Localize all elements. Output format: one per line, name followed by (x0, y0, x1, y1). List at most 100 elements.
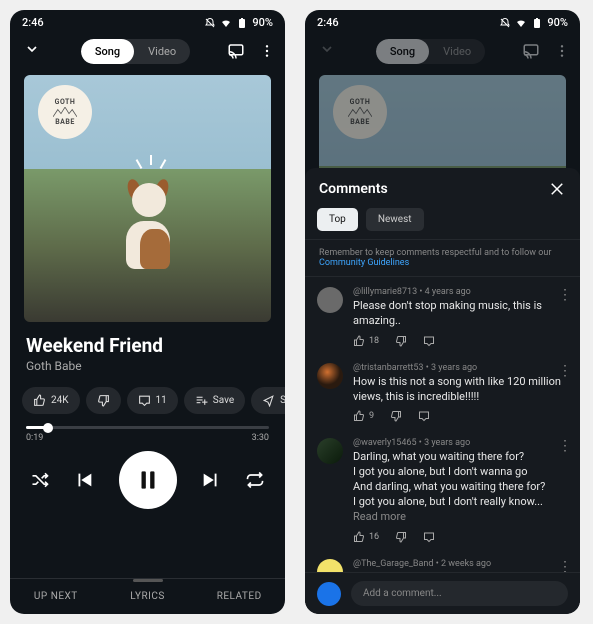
comment-body: You have no idea how this got me through… (353, 571, 568, 572)
close-icon[interactable] (548, 180, 566, 198)
collapse-button[interactable] (20, 37, 44, 65)
badge-top: GOTH (55, 98, 76, 106)
comment-reply[interactable] (423, 531, 435, 543)
guidelines-link[interactable]: Community Guidelines (319, 258, 409, 268)
comments-button[interactable]: 11 (127, 387, 178, 414)
sort-row: Top Newest (305, 206, 580, 239)
video-tab[interactable]: Video (134, 39, 190, 64)
comment-age: 2 weeks ago (441, 559, 491, 569)
badge-bottom: BABE (55, 118, 75, 126)
comment-like[interactable]: 9 (353, 410, 374, 422)
thumbs-down-icon (395, 335, 407, 347)
thumbs-down-icon (395, 531, 407, 543)
tab-up-next[interactable]: UP NEXT (10, 579, 102, 614)
comment-menu[interactable]: ⋮ (558, 287, 572, 303)
comment-item: @waverly15465 • 3 years ago Darling, wha… (305, 428, 580, 548)
comment-dislike[interactable] (395, 335, 407, 347)
status-bar: 2:46 90% (10, 10, 285, 31)
comment-like[interactable]: 18 (353, 335, 379, 347)
status-time: 2:46 (22, 16, 44, 29)
share-button[interactable]: Shar (251, 387, 285, 414)
song-tab[interactable]: Song (81, 39, 134, 64)
comment-menu[interactable]: ⋮ (558, 363, 572, 379)
total-time: 3:30 (252, 433, 269, 443)
comment-reply[interactable] (418, 410, 430, 422)
track-title[interactable]: Weekend Friend (26, 334, 269, 357)
cast-icon[interactable] (227, 42, 245, 60)
comment-author[interactable]: @The_Garage_Band (353, 559, 433, 569)
my-avatar[interactable] (317, 582, 341, 606)
song-video-toggle[interactable]: Song Video (376, 39, 485, 64)
avatar[interactable] (317, 559, 343, 572)
comment-menu[interactable]: ⋮ (558, 559, 572, 572)
comment-author[interactable]: @tristanbarrett53 (353, 363, 423, 373)
comment-author[interactable]: @lillymarie8713 (353, 287, 417, 297)
seek-thumb[interactable] (43, 423, 53, 433)
comments-header: Comments (305, 168, 580, 206)
shuffle-button[interactable] (30, 470, 50, 490)
bottom-tabs: UP NEXT LYRICS RELATED (10, 578, 285, 614)
comment-reply[interactable] (423, 335, 435, 347)
comment-like[interactable]: 16 (353, 531, 379, 543)
song-video-toggle[interactable]: Song Video (81, 39, 190, 64)
next-button[interactable] (200, 469, 222, 491)
dislike-button[interactable] (86, 387, 121, 414)
status-battery: 90% (547, 16, 568, 29)
collapse-button[interactable] (315, 37, 339, 65)
comment-meta: @tristanbarrett53 • 3 years ago (353, 363, 568, 373)
like-button[interactable]: 24K (22, 387, 80, 414)
chevron-down-icon (24, 41, 40, 57)
notice-text: Remember to keep comments respectful and… (319, 248, 551, 258)
avatar[interactable] (317, 438, 343, 464)
cast-icon[interactable] (522, 42, 540, 60)
current-time: 0:19 (26, 433, 43, 443)
avatar[interactable] (317, 287, 343, 313)
status-battery: 90% (252, 16, 273, 29)
video-tab[interactable]: Video (429, 39, 485, 64)
song-tab[interactable]: Song (376, 39, 429, 64)
comment-menu[interactable]: ⋮ (558, 438, 572, 454)
comment-age: 4 years ago (425, 287, 471, 297)
tab-related[interactable]: RELATED (193, 579, 285, 614)
comment-like-count: 16 (369, 532, 379, 542)
repeat-button[interactable] (245, 470, 265, 490)
comment-body: Darling, what you waiting there for? I g… (353, 450, 568, 524)
more-vert-icon[interactable] (259, 43, 275, 59)
thumbs-up-icon (353, 410, 365, 422)
album-art[interactable]: GOTH BABE (24, 75, 271, 322)
more-vert-icon[interactable] (554, 43, 570, 59)
save-button[interactable]: Save (184, 387, 245, 414)
comment-dislike[interactable] (390, 410, 402, 422)
skip-previous-icon (73, 469, 95, 491)
comment-icon (418, 410, 430, 422)
album-badge: GOTH BABE (38, 85, 92, 139)
thumbs-up-icon (353, 335, 365, 347)
thumbs-up-icon (353, 531, 365, 543)
time-labels: 0:19 3:30 (26, 433, 269, 443)
wifi-icon (220, 17, 232, 29)
play-pause-button[interactable] (119, 451, 177, 509)
tab-lyrics[interactable]: LYRICS (102, 579, 194, 614)
comments-screen: 2:46 90% Song Video GOTH BABE (305, 10, 580, 614)
player-header-dimmed: Song Video (305, 31, 580, 71)
comment-dislike[interactable] (395, 531, 407, 543)
repeat-icon (245, 470, 265, 490)
avatar[interactable] (317, 363, 343, 389)
comment-actions: 9 (353, 410, 568, 422)
comment-author[interactable]: @waverly15465 (353, 438, 417, 448)
read-more[interactable]: Read more (353, 510, 406, 523)
chevron-down-icon (319, 41, 335, 57)
dog-illustration (108, 179, 188, 269)
comments-list[interactable]: @lillymarie8713 • 4 years ago Please don… (305, 277, 580, 572)
seek-bar[interactable] (26, 426, 269, 429)
shuffle-icon (30, 470, 50, 490)
share-label: Shar (280, 395, 285, 406)
track-artist[interactable]: Goth Babe (26, 359, 269, 373)
sort-top[interactable]: Top (317, 208, 358, 231)
skip-next-icon (200, 469, 222, 491)
thumbs-down-icon (97, 394, 110, 407)
sort-newest[interactable]: Newest (366, 208, 424, 231)
comment-input[interactable]: Add a comment... (351, 581, 568, 606)
wifi-icon (515, 17, 527, 29)
previous-button[interactable] (73, 469, 95, 491)
